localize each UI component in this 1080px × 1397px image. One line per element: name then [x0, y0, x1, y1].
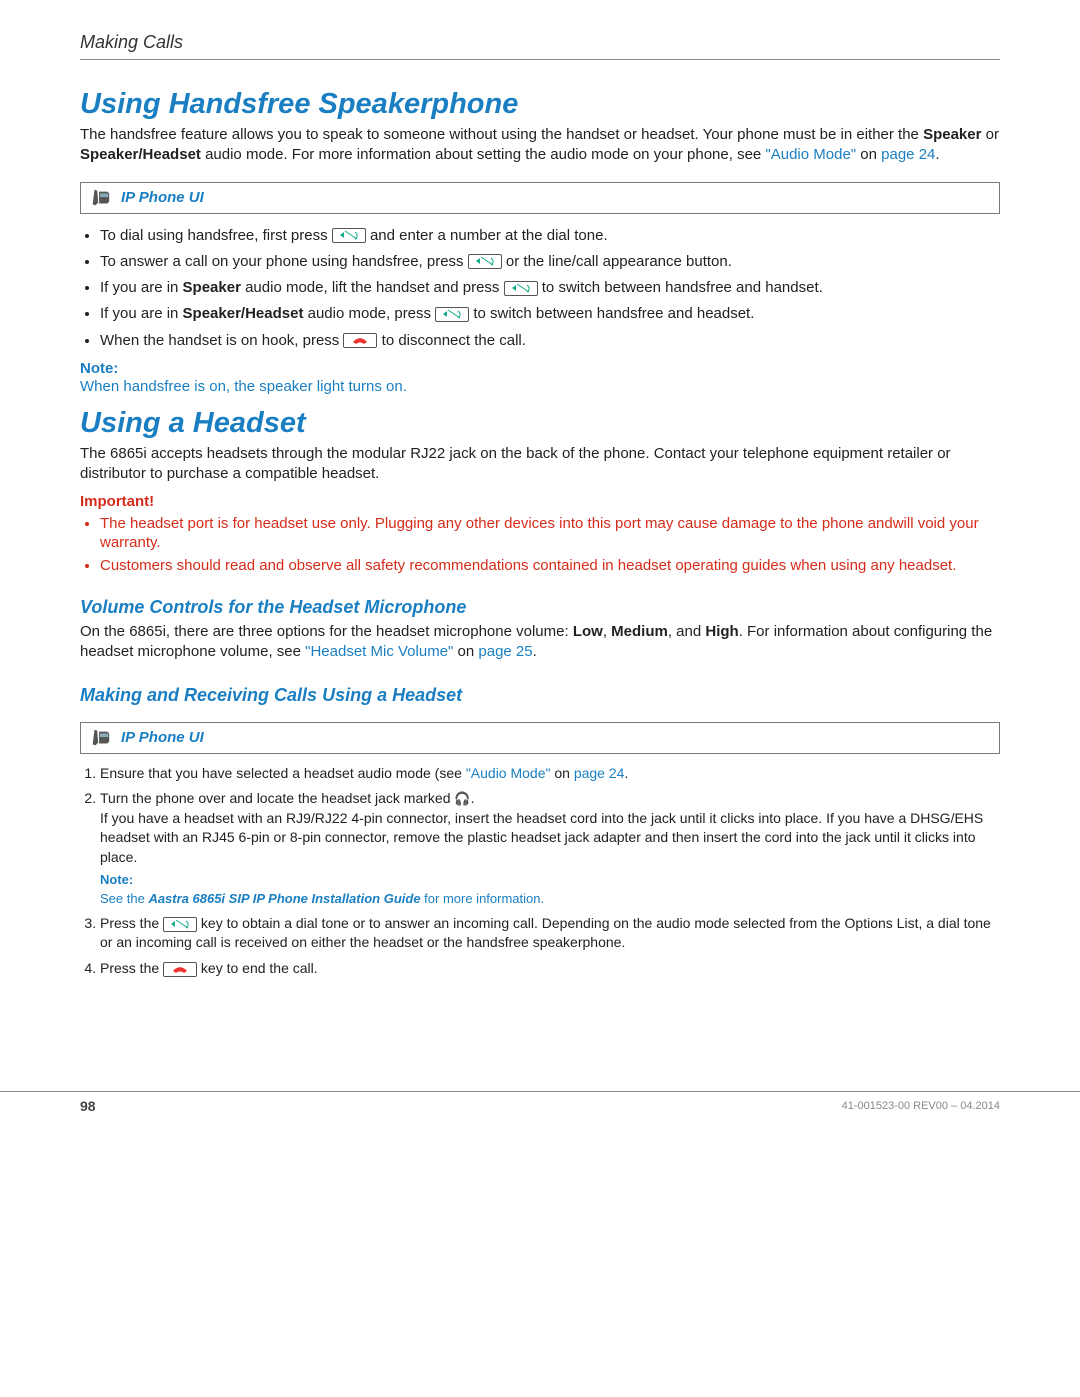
link-page-24[interactable]: page 24: [881, 146, 935, 163]
divider: [80, 59, 1000, 60]
link-page-25[interactable]: page 25: [478, 643, 532, 660]
heading-volume-controls: Volume Controls for the Headset Micropho…: [80, 597, 1000, 618]
list-item: Ensure that you have selected a headset …: [100, 764, 1000, 784]
speaker-key-icon: [163, 917, 197, 932]
speaker-intro: The handsfree feature allows you to spea…: [80, 125, 1000, 166]
link-audio-mode[interactable]: "Audio Mode": [466, 765, 551, 781]
link-page-24[interactable]: page 24: [574, 765, 625, 781]
volume-paragraph: On the 6865i, there are three options fo…: [80, 622, 1000, 663]
page-number: 98: [80, 1098, 96, 1114]
headset-jack-icon: 🎧: [454, 790, 470, 808]
speaker-key-icon: [435, 307, 469, 322]
list-item: The headset port is for headset use only…: [100, 514, 1000, 553]
important-label: Important!: [80, 493, 1000, 510]
list-item: Turn the phone over and locate the heads…: [100, 789, 1000, 908]
phone-icon: [89, 727, 111, 749]
list-item: Press the key to end the call.: [100, 959, 1000, 979]
hangup-key-icon: [163, 962, 197, 977]
speaker-bullets: To dial using handsfree, first press and…: [100, 224, 1000, 352]
banner-label: IP Phone UI: [121, 729, 204, 746]
note-label: Note:: [100, 871, 1000, 889]
headset-intro: The 6865i accepts headsets through the m…: [80, 444, 1000, 485]
note-speaker: When handsfree is on, the speaker light …: [80, 377, 1000, 397]
chapter-title: Making Calls: [80, 32, 1000, 53]
banner-ip-phone-ui: IP Phone UI: [80, 722, 1000, 754]
link-audio-mode[interactable]: "Audio Mode": [765, 146, 856, 163]
banner-ip-phone-ui: IP Phone UI: [80, 182, 1000, 214]
heading-speakerphone: Using Handsfree Speakerphone: [80, 88, 1000, 121]
page-footer: 98 41-001523-00 REV00 – 04.2014: [0, 1091, 1080, 1138]
headset-steps: Ensure that you have selected a headset …: [100, 764, 1000, 979]
speaker-key-icon: [504, 281, 538, 296]
heading-headset: Using a Headset: [80, 407, 1000, 440]
list-item: If you are in Speaker/Headset audio mode…: [100, 302, 1000, 325]
document-id: 41-001523-00 REV00 – 04.2014: [842, 1100, 1000, 1112]
list-item: If you are in Speaker audio mode, lift t…: [100, 276, 1000, 299]
hangup-key-icon: [343, 333, 377, 348]
install-guide-note: See the Aastra 6865i SIP IP Phone Instal…: [100, 890, 1000, 908]
phone-icon: [89, 187, 111, 209]
speaker-key-icon: [332, 228, 366, 243]
banner-label: IP Phone UI: [121, 189, 204, 206]
list-item: To dial using handsfree, first press and…: [100, 224, 1000, 247]
speaker-key-icon: [468, 254, 502, 269]
list-item: To answer a call on your phone using han…: [100, 250, 1000, 273]
list-item: Press the key to obtain a dial tone or t…: [100, 914, 1000, 953]
note-label: Note:: [80, 360, 1000, 377]
list-item: When the handset is on hook, press to di…: [100, 329, 1000, 352]
list-item: Customers should read and observe all sa…: [100, 556, 1000, 576]
heading-making-receiving: Making and Receiving Calls Using a Heads…: [80, 685, 1000, 706]
important-list: The headset port is for headset use only…: [100, 514, 1000, 576]
link-headset-mic-volume[interactable]: "Headset Mic Volume": [305, 643, 453, 660]
